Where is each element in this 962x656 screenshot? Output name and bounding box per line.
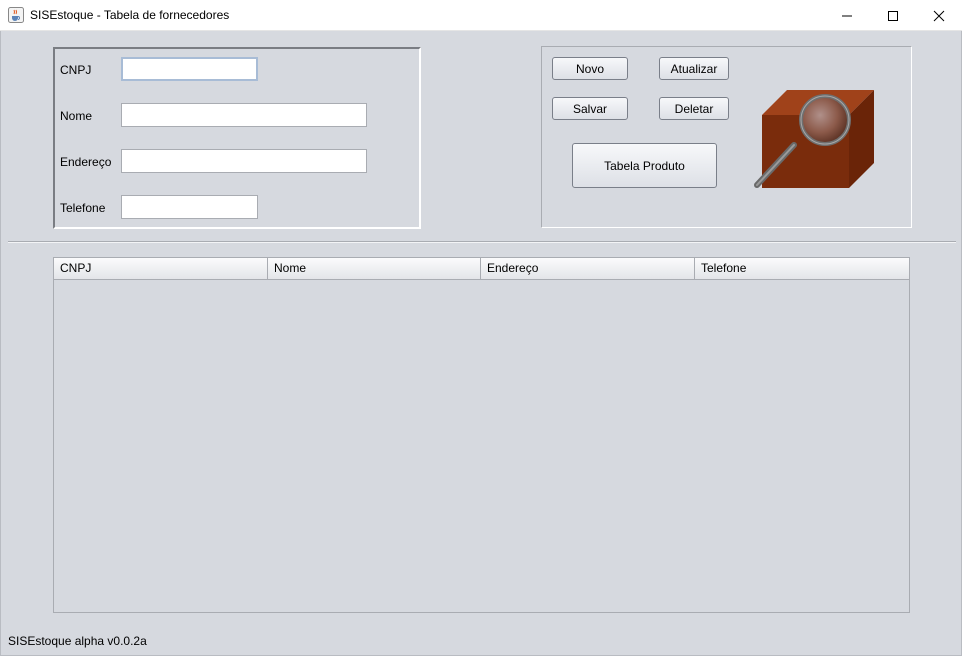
actions-panel: Novo Atualizar Salvar Deletar Tabela Pro… <box>541 46 912 228</box>
close-button[interactable] <box>916 0 962 31</box>
endereco-label: Endereço <box>60 155 112 169</box>
supplier-form-panel: CNPJ Nome Endereço Telefone <box>53 47 421 229</box>
cnpj-label: CNPJ <box>60 63 92 77</box>
version-label: SISEstoque alpha v0.0.2a <box>8 634 147 648</box>
maximize-icon <box>888 11 898 21</box>
column-header-endereco[interactable]: Endereço <box>481 258 695 279</box>
window-title: SISEstoque - Tabela de fornecedores <box>30 8 230 22</box>
cnpj-field[interactable] <box>121 57 258 81</box>
novo-button[interactable]: Novo <box>552 57 628 80</box>
tabela-produto-button[interactable]: Tabela Produto <box>572 143 717 188</box>
endereco-field[interactable] <box>121 149 367 173</box>
atualizar-button[interactable]: Atualizar <box>659 57 729 80</box>
telefone-field[interactable] <box>121 195 258 219</box>
java-cup-icon <box>8 7 24 23</box>
minimize-button[interactable] <box>824 0 870 31</box>
minimize-icon <box>842 15 852 17</box>
nome-label: Nome <box>60 109 93 123</box>
horizontal-separator <box>8 241 956 243</box>
salvar-button[interactable]: Salvar <box>552 97 628 120</box>
column-header-cnpj[interactable]: CNPJ <box>54 258 268 279</box>
column-header-telefone[interactable]: Telefone <box>695 258 909 279</box>
maximize-button[interactable] <box>870 0 916 31</box>
telefone-label: Telefone <box>60 201 106 215</box>
close-icon <box>933 10 945 22</box>
column-header-nome[interactable]: Nome <box>268 258 481 279</box>
nome-field[interactable] <box>121 103 367 127</box>
deletar-button[interactable]: Deletar <box>659 97 729 120</box>
box-magnifier-icon <box>754 90 874 188</box>
suppliers-table[interactable]: CNPJ Nome Endereço Telefone <box>53 257 910 613</box>
title-bar: SISEstoque - Tabela de fornecedores <box>0 0 962 31</box>
table-header: CNPJ Nome Endereço Telefone <box>54 258 909 280</box>
window-content: CNPJ Nome Endereço Telefone Novo Atualiz… <box>0 31 962 656</box>
